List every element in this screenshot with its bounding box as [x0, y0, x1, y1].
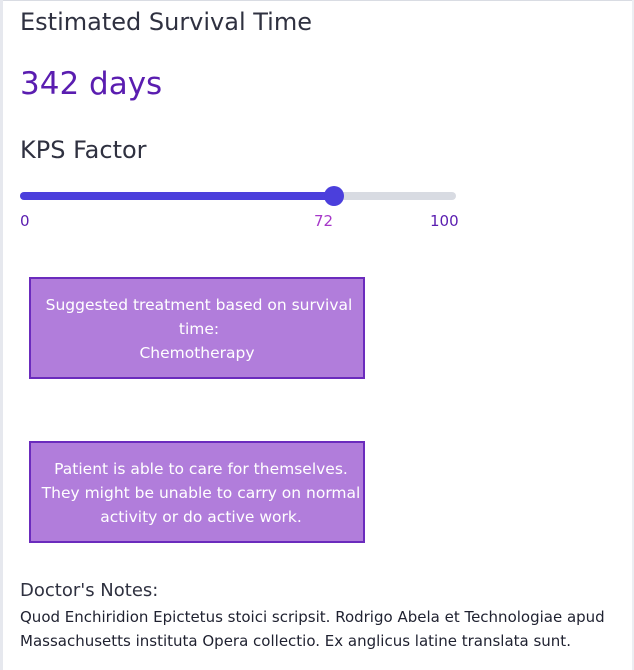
kps-max-label: 100	[430, 212, 459, 230]
kps-value-label: 72	[314, 212, 334, 230]
treatment-box: Suggested treatment based on survival ti…	[29, 277, 365, 379]
kps-slider[interactable]	[20, 186, 456, 206]
notes-heading: Doctor's Notes:	[20, 580, 159, 601]
frame-left-border	[0, 0, 3, 670]
survival-title: Estimated Survival Time	[20, 8, 312, 36]
treatment-prefix: Suggested treatment based on survival ti…	[45, 296, 353, 338]
kps-min-label: 0	[20, 212, 30, 230]
kps-label: KPS Factor	[20, 136, 147, 164]
survival-value: 342 days	[20, 66, 163, 102]
kps-slider-fill	[20, 192, 334, 200]
functional-status-box: Patient is able to care for themselves. …	[29, 441, 365, 543]
kps-slider-thumb[interactable]	[323, 186, 344, 206]
frame-top-border	[0, 0, 634, 1]
functional-status-text: Patient is able to care for themselves. …	[41, 460, 361, 526]
notes-body: Quod Enchiridion Epictetus stoici scrips…	[20, 608, 605, 650]
treatment-value: Chemotherapy	[139, 344, 255, 362]
